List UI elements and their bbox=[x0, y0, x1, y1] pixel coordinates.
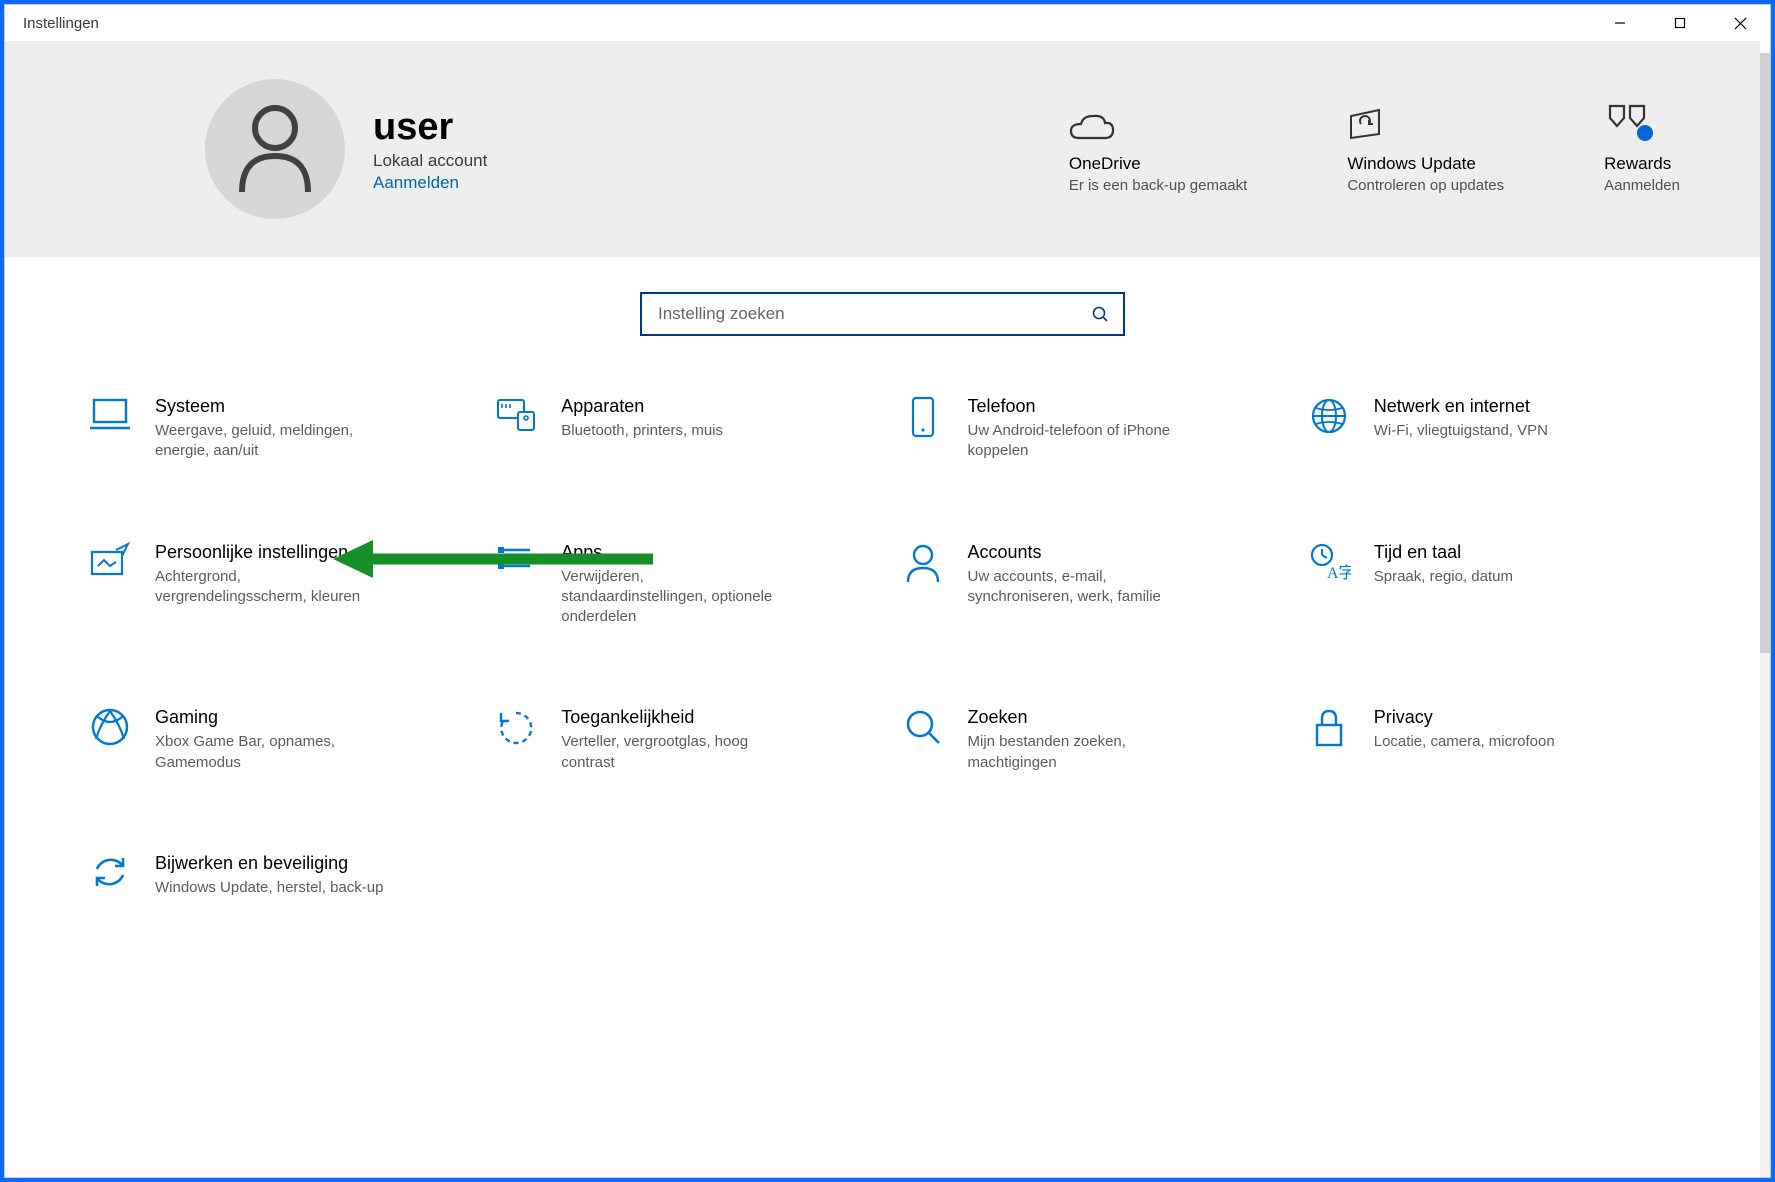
update-icon bbox=[1347, 102, 1504, 142]
tile-apps[interactable]: Apps Verwijderen, standaardinstellingen, … bbox=[491, 542, 867, 628]
user-block: user Lokaal account Aanmelden bbox=[373, 106, 487, 193]
cloud-icon bbox=[1069, 102, 1247, 142]
search-row bbox=[5, 257, 1760, 396]
close-button[interactable] bbox=[1710, 5, 1770, 41]
tile-desc: Bluetooth, printers, muis bbox=[561, 421, 723, 441]
maximize-button[interactable] bbox=[1650, 5, 1710, 41]
phone-icon bbox=[898, 396, 948, 446]
tile-title: Apps bbox=[561, 542, 791, 563]
maximize-icon bbox=[1674, 17, 1686, 29]
tile-desc: Mijn bestanden zoeken, machtigingen bbox=[968, 732, 1198, 773]
tile-desc: Xbox Game Bar, opnames, Gamemodus bbox=[155, 732, 385, 773]
tile-phone[interactable]: Telefoon Uw Android-telefoon of iPhone ko… bbox=[898, 396, 1274, 462]
tile-title: Privacy bbox=[1374, 707, 1555, 728]
accounts-icon bbox=[898, 542, 948, 592]
tile-title: Netwerk en internet bbox=[1374, 396, 1548, 417]
settings-window: Instellingen user Lokaal accoun bbox=[4, 4, 1771, 1178]
minimize-icon bbox=[1614, 17, 1626, 29]
avatar[interactable] bbox=[205, 79, 345, 219]
status-rewards[interactable]: Rewards Aanmelden bbox=[1604, 102, 1680, 196]
laptop-icon bbox=[85, 396, 135, 446]
tile-title: Bijwerken en beveiliging bbox=[155, 853, 383, 874]
tile-privacy[interactable]: Privacy Locatie, camera, microfoon bbox=[1304, 707, 1680, 773]
tile-desc: Uw Android-telefoon of iPhone koppelen bbox=[968, 421, 1198, 462]
tile-desc: Verwijderen, standaardinstellingen, opti… bbox=[561, 567, 791, 628]
devices-icon bbox=[491, 396, 541, 446]
tile-title: Toegankelijkheid bbox=[561, 707, 791, 728]
close-icon bbox=[1734, 17, 1747, 30]
tile-devices[interactable]: Apparaten Bluetooth, printers, muis bbox=[491, 396, 867, 462]
tile-network[interactable]: Netwerk en internet Wi-Fi, vliegtuigstand… bbox=[1304, 396, 1680, 462]
gaming-icon bbox=[85, 707, 135, 757]
tile-desc: Achtergrond, vergrendelingsscherm, kleur… bbox=[155, 567, 385, 608]
status-sub: Aanmelden bbox=[1604, 176, 1680, 196]
apps-icon bbox=[491, 542, 541, 592]
user-name: user bbox=[373, 106, 487, 149]
accessibility-icon bbox=[491, 707, 541, 757]
tile-title: Zoeken bbox=[968, 707, 1198, 728]
scrollbar-thumb[interactable] bbox=[1760, 53, 1770, 653]
search-input[interactable] bbox=[656, 303, 1091, 325]
status-title: Windows Update bbox=[1347, 154, 1504, 174]
scrollbar[interactable] bbox=[1760, 53, 1770, 1177]
tile-update-security[interactable]: Bijwerken en beveiliging Windows Update, … bbox=[85, 853, 461, 903]
tile-accessibility[interactable]: Toegankelijkheid Verteller, vergrootglas,… bbox=[491, 707, 867, 773]
titlebar: Instellingen bbox=[5, 5, 1770, 41]
tile-desc: Uw accounts, e-mail, synchroniseren, wer… bbox=[968, 567, 1198, 608]
settings-tiles: Systeem Weergave, geluid, meldingen, ener… bbox=[5, 396, 1760, 903]
lock-icon bbox=[1304, 707, 1354, 757]
tile-title: Tijd en taal bbox=[1374, 542, 1513, 563]
tile-title: Apparaten bbox=[561, 396, 723, 417]
tile-search[interactable]: Zoeken Mijn bestanden zoeken, machtiginge… bbox=[898, 707, 1274, 773]
tile-title: Persoonlijke instellingen bbox=[155, 542, 385, 563]
magnifier-icon bbox=[898, 707, 948, 757]
tile-desc: Windows Update, herstel, back-up bbox=[155, 878, 383, 898]
person-icon bbox=[236, 104, 314, 194]
minimize-button[interactable] bbox=[1590, 5, 1650, 41]
status-sub: Er is een back-up gemaakt bbox=[1069, 176, 1247, 196]
sync-icon bbox=[85, 853, 135, 903]
personalization-icon bbox=[85, 542, 135, 592]
tile-desc: Locatie, camera, microfoon bbox=[1374, 732, 1555, 752]
time-language-icon: A字 bbox=[1304, 542, 1354, 592]
status-title: Rewards bbox=[1604, 154, 1680, 174]
tile-title: Gaming bbox=[155, 707, 385, 728]
tile-title: Accounts bbox=[968, 542, 1198, 563]
tile-title: Systeem bbox=[155, 396, 385, 417]
content: user Lokaal account Aanmelden OneDrive E… bbox=[5, 41, 1760, 1177]
tile-desc: Spraak, regio, datum bbox=[1374, 567, 1513, 587]
account-banner: user Lokaal account Aanmelden OneDrive E… bbox=[5, 41, 1760, 257]
tile-desc: Weergave, geluid, meldingen, energie, aa… bbox=[155, 421, 385, 462]
title-controls bbox=[1590, 5, 1770, 41]
account-type: Lokaal account bbox=[373, 151, 487, 171]
tile-personalization[interactable]: Persoonlijke instellingen Achtergrond, ve… bbox=[85, 542, 461, 628]
rewards-icon bbox=[1604, 102, 1680, 142]
tile-desc: Verteller, vergrootglas, hoog contrast bbox=[561, 732, 791, 773]
status-sub: Controleren op updates bbox=[1347, 176, 1504, 196]
search-icon bbox=[1091, 305, 1109, 323]
search-box[interactable] bbox=[640, 292, 1125, 336]
svg-text:A字: A字 bbox=[1327, 564, 1351, 582]
globe-icon bbox=[1304, 396, 1354, 446]
tile-desc: Wi-Fi, vliegtuigstand, VPN bbox=[1374, 421, 1548, 441]
tile-accounts[interactable]: Accounts Uw accounts, e-mail, synchronise… bbox=[898, 542, 1274, 628]
tile-system[interactable]: Systeem Weergave, geluid, meldingen, ener… bbox=[85, 396, 461, 462]
status-onedrive[interactable]: OneDrive Er is een back-up gemaakt bbox=[1069, 102, 1247, 196]
status-group: OneDrive Er is een back-up gemaakt Windo… bbox=[1069, 102, 1680, 196]
tile-gaming[interactable]: Gaming Xbox Game Bar, opnames, Gamemodus bbox=[85, 707, 461, 773]
tile-time-language[interactable]: A字 Tijd en taal Spraak, regio, datum bbox=[1304, 542, 1680, 628]
status-title: OneDrive bbox=[1069, 154, 1247, 174]
tile-title: Telefoon bbox=[968, 396, 1198, 417]
sign-in-link[interactable]: Aanmelden bbox=[373, 173, 487, 193]
status-windows-update[interactable]: Windows Update Controleren op updates bbox=[1347, 102, 1504, 196]
window-title: Instellingen bbox=[23, 15, 99, 32]
